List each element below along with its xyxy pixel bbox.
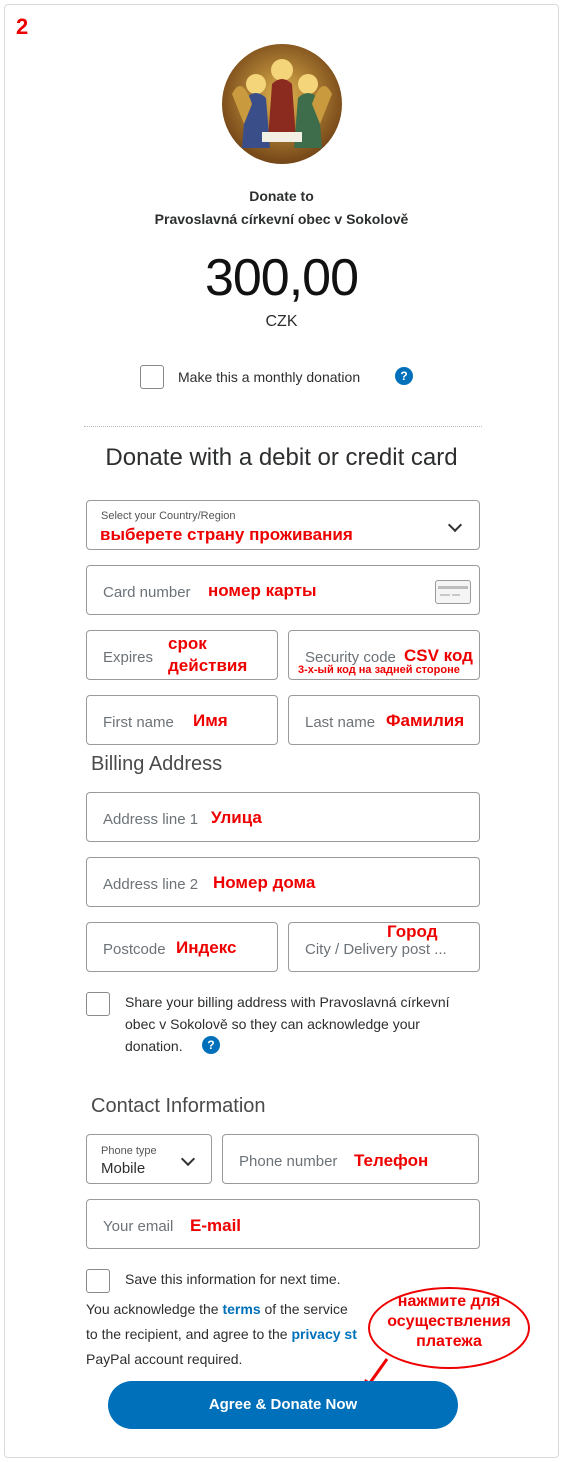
legal-line1-suffix: of the service	[260, 1301, 348, 1317]
help-icon[interactable]: ?	[395, 367, 413, 385]
city-field[interactable]: City / Delivery post ...	[288, 922, 480, 972]
phone-type-value: Mobile	[101, 1160, 146, 1177]
recipient-avatar	[222, 44, 342, 164]
card-section-title: Donate with a debit or credit card	[105, 444, 458, 471]
save-info-label: Save this information for next time.	[125, 1271, 341, 1287]
monthly-donation-label: Make this a monthly donation	[178, 369, 361, 385]
phone-type-label: Phone type	[101, 1145, 157, 1157]
share-address-line3: donation.	[125, 1038, 183, 1054]
expires-annotation-1: срок	[168, 634, 207, 653]
address-line2-placeholder: Address line 2	[103, 876, 199, 893]
city-annotation: Город	[387, 922, 438, 941]
privacy-link[interactable]: privacy st	[291, 1326, 356, 1342]
last-name-annotation: Фамилия	[386, 711, 465, 730]
email-annotation: E-mail	[190, 1216, 242, 1235]
address-line1-annotation: Улица	[211, 808, 262, 827]
billing-title: Billing Address	[91, 753, 223, 775]
last-name-placeholder: Last name	[305, 714, 376, 731]
donation-amount: 300,00	[204, 249, 359, 307]
card-number-placeholder: Card number	[103, 584, 191, 601]
phone-type-select[interactable]: Phone type Mobile	[86, 1134, 212, 1184]
security-code-annotation-small: 3-х-ый код на задней стороне	[298, 664, 460, 676]
phone-number-placeholder: Phone number	[239, 1153, 338, 1170]
address-line1-field[interactable]: Address line 1	[86, 792, 480, 842]
help-icon[interactable]: ?	[202, 1036, 220, 1054]
callout-line2: осуществления	[387, 1313, 511, 1330]
currency-code: CZK	[265, 313, 298, 330]
share-address-line1: Share your billing address with Pravosla…	[125, 994, 450, 1010]
city-placeholder: City / Delivery post ...	[305, 941, 447, 958]
monthly-donation-checkbox[interactable]	[140, 365, 164, 389]
chevron-down-icon	[447, 517, 463, 533]
step-number: 2	[16, 14, 29, 39]
first-name-field[interactable]: First name	[86, 695, 278, 745]
country-annotation: выберете страну проживания	[100, 525, 353, 544]
email-field[interactable]: Your email	[86, 1199, 480, 1249]
first-name-placeholder: First name	[103, 714, 174, 731]
legal-line2: to the recipient, and agree to the priva…	[86, 1326, 357, 1342]
expires-annotation-2: действия	[168, 656, 248, 675]
contact-title: Contact Information	[91, 1095, 266, 1117]
postcode-annotation: Индекс	[176, 938, 237, 957]
recipient-name: Pravoslavná církevní obec v Sokolově	[154, 211, 409, 227]
save-info-checkbox[interactable]	[86, 1269, 110, 1293]
donate-to-label: Donate to	[249, 188, 314, 204]
credit-card-icon	[435, 580, 471, 604]
country-select-label: Select your Country/Region	[101, 510, 236, 522]
share-address-checkbox[interactable]	[86, 992, 110, 1016]
phone-number-field[interactable]: Phone number	[222, 1134, 479, 1184]
expires-placeholder: Expires	[103, 649, 154, 666]
address-line1-placeholder: Address line 1	[103, 811, 199, 828]
legal-line3: PayPal account required.	[86, 1351, 243, 1367]
chevron-down-icon	[180, 1151, 196, 1167]
email-placeholder: Your email	[103, 1218, 174, 1235]
share-address-line2: obec v Sokolově so they can acknowledge …	[125, 1016, 420, 1032]
postcode-placeholder: Postcode	[103, 941, 166, 958]
card-number-annotation: номер карты	[208, 581, 317, 600]
callout-line3: платежа	[416, 1333, 482, 1350]
legal-line2-prefix: to the recipient, and agree to the	[86, 1326, 292, 1342]
terms-link[interactable]: terms	[222, 1301, 260, 1317]
agree-donate-button[interactable]: Agree & Donate Now	[108, 1381, 458, 1429]
legal-line1: You acknowledge the terms of the service	[86, 1301, 348, 1317]
callout-line1: нажмите для	[397, 1293, 501, 1310]
address-line2-annotation: Номер дома	[213, 873, 316, 892]
first-name-annotation: Имя	[193, 711, 228, 730]
legal-line1-prefix: You acknowledge the	[86, 1301, 223, 1317]
phone-annotation: Телефон	[354, 1151, 429, 1170]
divider	[84, 426, 482, 427]
